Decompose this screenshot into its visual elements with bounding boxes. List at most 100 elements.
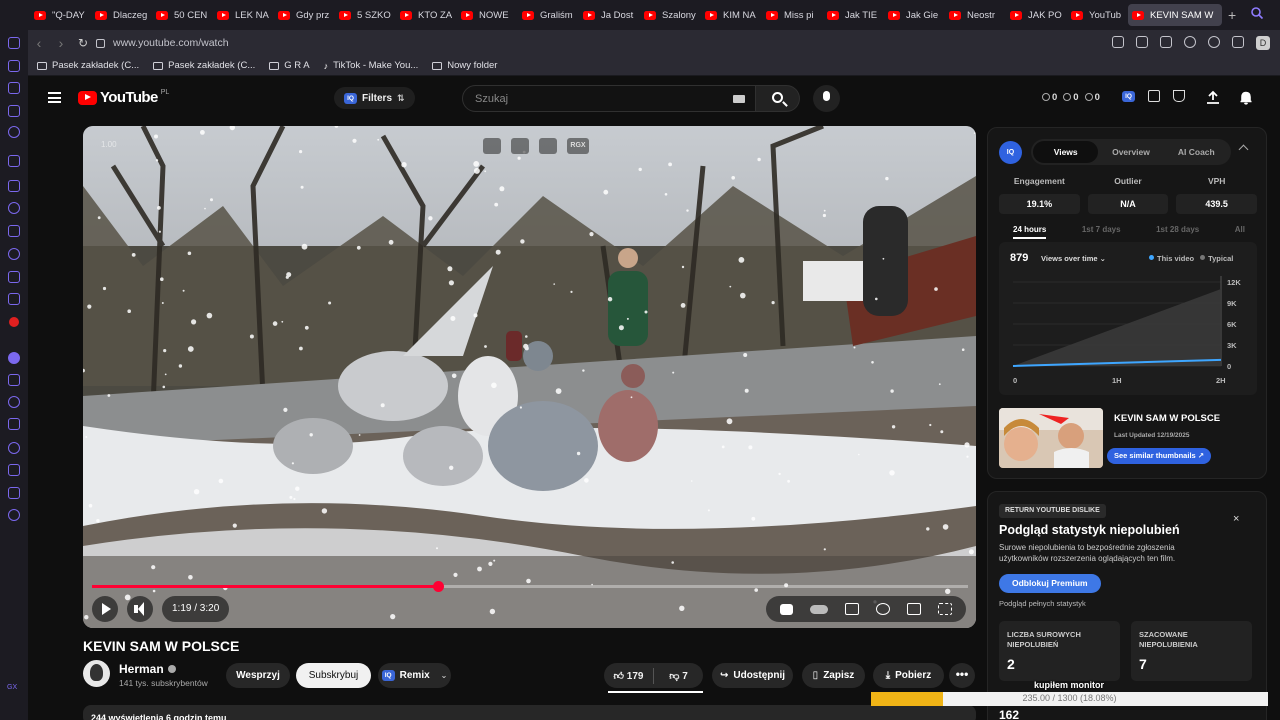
range-tab[interactable]: All: [1235, 225, 1245, 234]
browser-tab[interactable]: Miss pi: [762, 4, 823, 26]
home-icon[interactable]: [8, 37, 20, 49]
back-icon[interactable]: ‹: [28, 35, 50, 51]
remix-button[interactable]: IQ Remix ⌄: [378, 663, 451, 688]
support-button[interactable]: Wesprzyj: [226, 663, 290, 688]
browser-tab[interactable]: 50 CEN: [152, 4, 213, 26]
download-icon[interactable]: [8, 464, 20, 476]
bookmark-item[interactable]: Nowy folder: [432, 60, 497, 71]
autoplay-toggle[interactable]: [810, 604, 829, 614]
volume-button[interactable]: [127, 596, 153, 622]
similar-thumbnails-button[interactable]: See similar thumbnails ↗: [1107, 448, 1212, 464]
like-button[interactable]: 👍︎ 179: [604, 670, 653, 682]
vidiq-player-icon[interactable]: [780, 603, 794, 615]
browser-tab[interactable]: 5 SZKO: [335, 4, 396, 26]
video-thumbnail[interactable]: [999, 408, 1103, 468]
menu-icon[interactable]: [48, 92, 61, 103]
search-input[interactable]: [475, 92, 715, 105]
news-icon[interactable]: [8, 105, 20, 117]
range-tab[interactable]: 1st 28 days: [1156, 225, 1199, 234]
download-button[interactable]: ⤓ Pobierz: [873, 663, 944, 688]
browser-tab[interactable]: NOWE: [457, 4, 518, 26]
list-icon[interactable]: [1148, 90, 1160, 102]
youtube-logo[interactable]: YouTube PL: [78, 89, 169, 106]
shield-icon[interactable]: [1160, 36, 1172, 48]
skip-icon[interactable]: [539, 138, 557, 154]
heart-icon[interactable]: [1208, 36, 1220, 48]
player-progress-bar[interactable]: [92, 581, 968, 592]
trophy-icon[interactable]: [1173, 90, 1185, 102]
vidiq-tab[interactable]: AI Coach: [1164, 141, 1229, 163]
video-player[interactable]: 1.00 RGX 1:19 / 3:20: [83, 126, 976, 628]
twitch-icon[interactable]: [8, 180, 20, 192]
channel-avatar[interactable]: [83, 660, 110, 687]
bag-icon[interactable]: [8, 82, 20, 94]
browser-tab[interactable]: Graliśm: [518, 4, 579, 26]
browser-tab[interactable]: Szalony: [640, 4, 701, 26]
bookmark-item[interactable]: Pasek zakładek (C...: [37, 60, 139, 71]
fullscreen-icon[interactable]: [937, 603, 952, 615]
voice-search-button[interactable]: [813, 85, 840, 112]
discord-icon[interactable]: [8, 293, 20, 305]
heart-icon[interactable]: [8, 396, 20, 408]
browser-tab[interactable]: KTO ZA: [396, 4, 457, 26]
description-box[interactable]: 244 wyświetlenia 6 godzin temu: [83, 705, 976, 720]
address-bar[interactable]: www.youtube.com/watch: [96, 37, 229, 49]
arrow-icon[interactable]: [8, 155, 20, 167]
chat-icon[interactable]: [8, 202, 20, 214]
cube-icon[interactable]: [8, 487, 20, 499]
refresh-icon[interactable]: [8, 60, 20, 72]
more-actions-button[interactable]: •••: [949, 663, 975, 688]
telegram-icon[interactable]: [8, 225, 20, 237]
subtitles-icon[interactable]: [845, 603, 860, 615]
bookmark-item[interactable]: ♪ TikTok - Make You...: [324, 60, 419, 71]
range-tab[interactable]: 24 hours: [1013, 225, 1047, 239]
settings-icon[interactable]: [8, 509, 20, 521]
filters-button[interactable]: IQ Filters ⇅: [334, 87, 415, 109]
reload-icon[interactable]: ↻: [72, 36, 94, 50]
keyboard-icon[interactable]: [733, 95, 745, 103]
browser-tab[interactable]: Neostr: [945, 4, 1006, 26]
play-button[interactable]: [92, 596, 118, 622]
browser-tab[interactable]: LEK NA: [213, 4, 274, 26]
browser-tab[interactable]: Gdy prz: [274, 4, 335, 26]
channel-name[interactable]: Herman: [119, 662, 176, 676]
profile-avatar[interactable]: D: [1256, 36, 1270, 50]
bookmark-item[interactable]: G R A: [269, 60, 310, 71]
upload-icon[interactable]: [1206, 90, 1220, 105]
browser-tab[interactable]: Ja Dost: [579, 4, 640, 26]
browser-tab[interactable]: "Q-DAY: [30, 4, 91, 26]
messenger-icon[interactable]: [8, 126, 20, 138]
miniplayer-icon[interactable]: [906, 603, 921, 615]
extensions-icon[interactable]: [1232, 36, 1244, 48]
collapse-icon[interactable]: [1238, 144, 1249, 155]
search-button[interactable]: [756, 85, 800, 112]
popout-icon[interactable]: [483, 138, 501, 154]
box-icon[interactable]: [8, 418, 20, 430]
enter-icon[interactable]: [511, 138, 529, 154]
browser-tab[interactable]: Jak TIE: [823, 4, 884, 26]
vidiq-tab[interactable]: Views: [1033, 141, 1099, 163]
progress-scrubber[interactable]: [433, 581, 445, 592]
close-icon[interactable]: ×: [1233, 513, 1239, 525]
instagram-icon[interactable]: [8, 248, 20, 260]
red-badge-icon[interactable]: [9, 317, 19, 327]
forward-icon[interactable]: ›: [50, 35, 72, 51]
rgx-button[interactable]: RGX: [567, 138, 589, 154]
save-button[interactable]: ▯ Zapisz: [802, 663, 865, 688]
share-button[interactable]: ↪ Udostępnij: [712, 663, 793, 688]
play-icon[interactable]: [1184, 36, 1196, 48]
browser-tab[interactable]: KIM NA: [701, 4, 762, 26]
bookmark-item[interactable]: Pasek zakładek (C...: [153, 60, 255, 71]
unlock-premium-button[interactable]: Odblokuj Premium: [999, 574, 1101, 593]
bookmark-icon[interactable]: [1112, 36, 1124, 48]
settings-icon[interactable]: [875, 603, 890, 615]
clock-icon[interactable]: [8, 442, 20, 454]
browser-tab[interactable]: YouTub: [1067, 4, 1128, 26]
notifications-icon[interactable]: [1239, 90, 1253, 105]
send-icon[interactable]: [8, 374, 20, 386]
browser-tab[interactable]: Dlaczeg: [91, 4, 152, 26]
tab-search-icon[interactable]: [1250, 6, 1264, 20]
range-tab[interactable]: 1st 7 days: [1082, 225, 1121, 234]
vidiq-icon[interactable]: IQ: [1122, 90, 1135, 102]
subscribe-button[interactable]: Subskrybuj: [296, 663, 371, 688]
